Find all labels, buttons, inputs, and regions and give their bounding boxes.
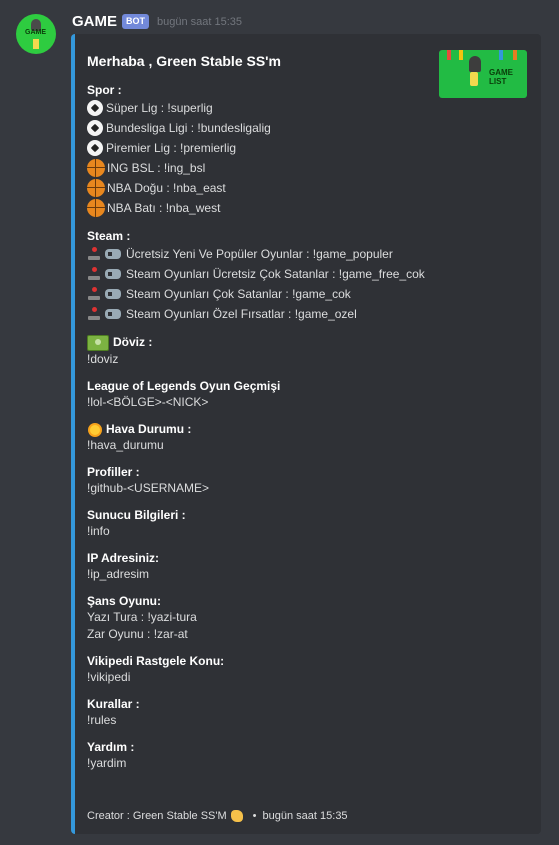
field-yardim: Yardım : !yardim	[87, 739, 447, 772]
gamepad-icon	[105, 269, 121, 279]
basketball-icon	[87, 159, 105, 177]
bot-avatar[interactable]: GAME	[16, 14, 56, 54]
field-sans: Şans Oyunu: Yazı Tura : !yazi-tura Zar O…	[87, 593, 447, 643]
joystick-icon	[87, 306, 101, 322]
field-value: !vikipedi	[87, 669, 131, 684]
username[interactable]: GAME	[72, 13, 117, 30]
field-name: Hava Durumu :	[106, 421, 192, 436]
joystick-icon	[87, 246, 101, 262]
field-kurallar: Kurallar : !rules	[87, 696, 447, 729]
message-timestamp[interactable]: bugün saat 15:35	[157, 16, 242, 28]
field-name: Profiller :	[87, 464, 140, 479]
money-icon	[87, 334, 109, 351]
field-value: Yazı Tura : !yazi-tura	[87, 609, 197, 624]
gamepad-icon	[105, 309, 121, 319]
list-item: ING BSL : !ing_bsl	[87, 158, 447, 178]
list-item: Steam Oyunları Özel Fırsatlar : !game_oz…	[87, 304, 447, 324]
field-name: Spor :	[87, 83, 122, 97]
field-lol: League of Legends Oyun Geçmişi !lol-<BÖL…	[87, 378, 447, 411]
joystick-icon	[87, 266, 101, 282]
embed-card: GAME LIST Merhaba , Green Stable SS'm Sp…	[71, 34, 541, 834]
list-item: Steam Oyunları Ücretsiz Çok Satanlar : !…	[87, 264, 447, 284]
basketball-icon	[87, 199, 105, 217]
field-ip: IP Adresiniz: !ip_adresim	[87, 550, 447, 583]
field-value: !lol-<BÖLGE>-<NICK>	[87, 394, 209, 409]
footer-text: Creator : Green Stable SS'M	[87, 810, 227, 822]
soccer-ball-icon	[87, 140, 103, 156]
field-value: !yardim	[87, 755, 127, 770]
embed-footer: Creator : Green Stable SS'M • bugün saat…	[87, 810, 348, 822]
soccer-ball-icon	[87, 120, 103, 136]
message-header: GAME BOT bugün saat 15:35	[72, 13, 242, 30]
field-vikipedi: Vikipedi Rastgele Konu: !vikipedi	[87, 653, 447, 686]
waving-hand-icon	[230, 810, 243, 822]
joystick-icon	[87, 286, 101, 302]
chat-message: GAME GAME BOT bugün saat 15:35 GAME LIST…	[0, 0, 559, 845]
field-name: Sunucu Bilgileri :	[87, 507, 186, 522]
list-item: Bundesliga Ligi : !bundesligalig	[87, 118, 447, 138]
field-name: Kurallar :	[87, 696, 140, 711]
field-value: !hava_durumu	[87, 437, 164, 452]
bot-badge: BOT	[122, 14, 149, 29]
list-item: NBA Doğu : !nba_east	[87, 178, 447, 198]
soccer-ball-icon	[87, 100, 103, 116]
field-steam: Steam : Ücretsiz Yeni Ve Popüler Oyunlar…	[87, 228, 447, 324]
field-name: Yardım :	[87, 739, 135, 754]
embed-thumbnail[interactable]: GAME LIST	[439, 50, 527, 98]
list-item: Ücretsiz Yeni Ve Popüler Oyunlar : !game…	[87, 244, 447, 264]
field-value: !doviz	[87, 351, 119, 366]
field-name: IP Adresiniz:	[87, 550, 160, 565]
sun-icon	[90, 424, 100, 435]
list-item: Steam Oyunları Çok Satanlar : !game_cok	[87, 284, 447, 304]
field-hava: Hava Durumu : !hava_durumu	[87, 421, 447, 454]
field-name: League of Legends Oyun Geçmişi	[87, 378, 281, 393]
gamepad-icon	[105, 289, 121, 299]
list-item: Süper Lig : !superlig	[87, 98, 447, 118]
field-name: Vikipedi Rastgele Konu:	[87, 653, 225, 668]
field-value: !rules	[87, 712, 117, 727]
basketball-icon	[87, 179, 105, 197]
embed-content: Merhaba , Green Stable SS'm Spor : Süper…	[87, 52, 447, 782]
footer-separator: •	[252, 810, 257, 822]
field-doviz: Döviz : !doviz	[87, 334, 447, 368]
field-name: Steam :	[87, 229, 131, 243]
thumbnail-label: GAME LIST	[489, 68, 513, 86]
gamepad-icon	[105, 249, 121, 259]
list-item: Piremier Lig : !premierlig	[87, 138, 447, 158]
embed-title: Merhaba , Green Stable SS'm	[87, 53, 281, 69]
field-name: Şans Oyunu:	[87, 593, 162, 608]
footer-timestamp: bugün saat 15:35	[262, 810, 348, 822]
field-spor: Spor : Süper Lig : !superlig Bundesliga …	[87, 82, 447, 218]
field-profiller: Profiller : !github-<USERNAME>	[87, 464, 447, 497]
field-value: Zar Oyunu : !zar-at	[87, 626, 188, 641]
field-sunucu: Sunucu Bilgileri : !info	[87, 507, 447, 540]
field-value: !info	[87, 523, 110, 538]
list-item: NBA Batı : !nba_west	[87, 198, 447, 218]
field-value: !github-<USERNAME>	[87, 480, 210, 495]
field-name: Döviz :	[113, 335, 153, 349]
field-value: !ip_adresim	[87, 566, 150, 581]
